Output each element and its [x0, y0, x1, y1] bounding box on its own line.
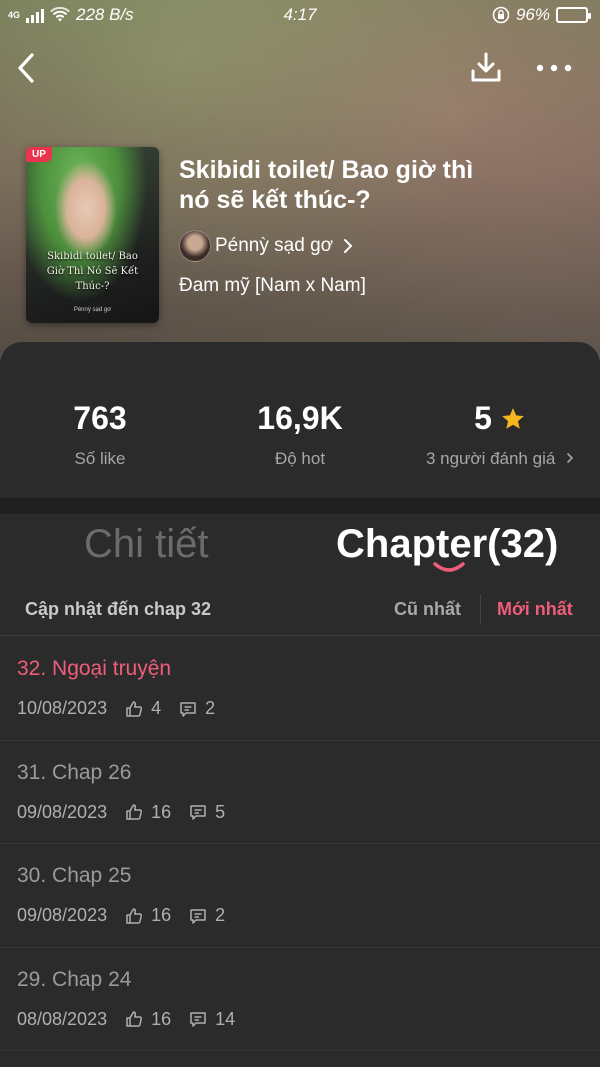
active-tab-indicator [433, 562, 465, 572]
hot-label: Độ hot [274, 449, 326, 468]
content-panel: 763 Số like 16,9K Độ hot 5 3 người đánh … [0, 342, 600, 1067]
author-link[interactable]: Pénnỳ sạd gơ [179, 229, 579, 263]
chevron-left-icon [18, 53, 34, 83]
book-cover[interactable]: UP Skibidi toilet/ Bao Giờ Thì Nó Sẽ Kết… [26, 147, 159, 323]
chapter-comments: 14 [215, 1008, 236, 1029]
chapter-date: 09/08/2023 [17, 801, 108, 822]
comment-icon [180, 701, 196, 717]
more-dots-icon [536, 64, 572, 72]
chapter-title: 30. Chap 25 [17, 864, 132, 887]
cover-title-text: Skibidi toilet/ Bao Giờ Thì Nó Sẽ Kết Th… [46, 251, 139, 292]
status-bar: 4G 228 B/s 4:17 96% [0, 0, 600, 32]
chapter-title: 31. Chap 26 [17, 760, 132, 784]
filter-row: Cập nhật đến chap 32 Cũ nhất Mới nhất [0, 590, 600, 636]
sort-oldest-button[interactable]: Cũ nhất [394, 599, 461, 620]
download-button[interactable] [466, 48, 506, 88]
author-avatar [179, 230, 211, 262]
chapter-likes: 16 [151, 801, 172, 822]
chapter-date: 09/08/2023 [17, 905, 108, 925]
rating-value: 5 [474, 400, 492, 436]
thumbs-up-icon [126, 804, 143, 820]
chapter-meta: 08/08/2023 16 14 [17, 1009, 253, 1030]
chapter-likes: 16 [151, 905, 172, 925]
book-title: Skibidi toilet/ Bao giờ thì nó sẽ kết th… [179, 156, 474, 214]
chapter-comments: 2 [205, 698, 216, 718]
cover-author-text: Pénnỳ sạd gơ [73, 307, 112, 313]
back-button[interactable] [8, 50, 44, 86]
comment-icon [190, 908, 206, 924]
chapter-meta: 09/08/2023 16 2 [17, 905, 243, 926]
stats-row: 763 Số like 16,9K Độ hot 5 3 người đánh … [0, 342, 600, 498]
update-badge: UP [26, 147, 52, 162]
thumbs-up-icon [126, 1011, 143, 1027]
chevron-right-icon [344, 239, 353, 253]
chapter-comments: 2 [215, 905, 226, 925]
comment-icon [190, 805, 206, 820]
tab-detail[interactable]: Chi tiết [84, 522, 209, 567]
book-info: Skibidi toilet/ Bao giờ thì nó sẽ kết th… [179, 155, 579, 297]
comment-icon [190, 1012, 206, 1027]
chapter-title: 29. Chap 24 [17, 967, 132, 991]
rating-label: 3 người đánh giá [400, 449, 600, 469]
tab-bar: Chi tiết Chapter(32) [0, 514, 600, 590]
chapter-list: 32. Ngoại truyện 10/08/2023 4 2 31. Chap… [0, 637, 600, 1051]
likes-value: 763 [73, 400, 127, 436]
rotation-lock-icon [492, 6, 510, 24]
chapter-item[interactable]: 31. Chap 26 09/08/2023 16 5 [0, 741, 600, 844]
stat-likes: 763 Số like [0, 400, 200, 469]
download-icon [471, 52, 501, 82]
chapter-title: 32. Ngoại truyện [17, 657, 172, 680]
author-name: Pénnỳ sạd gơ [215, 235, 334, 256]
chapter-meta: 10/08/2023 4 2 [17, 698, 233, 719]
rating-count: 3 người đánh giá [425, 449, 556, 468]
section-separator [0, 498, 600, 514]
battery-icon [556, 7, 591, 23]
chapter-item[interactable]: 29. Chap 24 08/08/2023 16 14 [0, 948, 600, 1051]
star-icon [502, 407, 524, 429]
thumbs-up-icon [126, 907, 143, 924]
status-right: 96% [492, 5, 591, 25]
book-genre: Đam mỹ [Nam x Nam] [179, 275, 366, 296]
chapter-likes: 4 [151, 698, 162, 718]
chevron-right-icon [566, 452, 574, 464]
chapter-meta: 09/08/2023 16 5 [17, 802, 243, 823]
more-button[interactable] [532, 50, 576, 86]
battery-percent: 96% [515, 5, 550, 24]
update-status: Cập nhật đến chap 32 [25, 599, 212, 619]
chapter-item[interactable]: 30. Chap 25 09/08/2023 16 2 [0, 844, 600, 948]
chapter-likes: 16 [151, 1008, 172, 1029]
stat-rating[interactable]: 5 3 người đánh giá [400, 400, 600, 469]
chapter-item[interactable]: 32. Ngoại truyện 10/08/2023 4 2 [0, 637, 600, 741]
sort-newest-button[interactable]: Mới nhất [497, 599, 573, 620]
hot-value: 16,9K [257, 400, 343, 436]
sort-divider [480, 594, 481, 624]
thumbs-up-icon [126, 700, 143, 717]
likes-label: Số like [74, 449, 126, 468]
chapter-date: 08/08/2023 [17, 1008, 108, 1029]
stat-hot: 16,9K Độ hot [200, 400, 400, 469]
chapter-comments: 5 [215, 801, 226, 822]
chapter-date: 10/08/2023 [17, 698, 108, 718]
